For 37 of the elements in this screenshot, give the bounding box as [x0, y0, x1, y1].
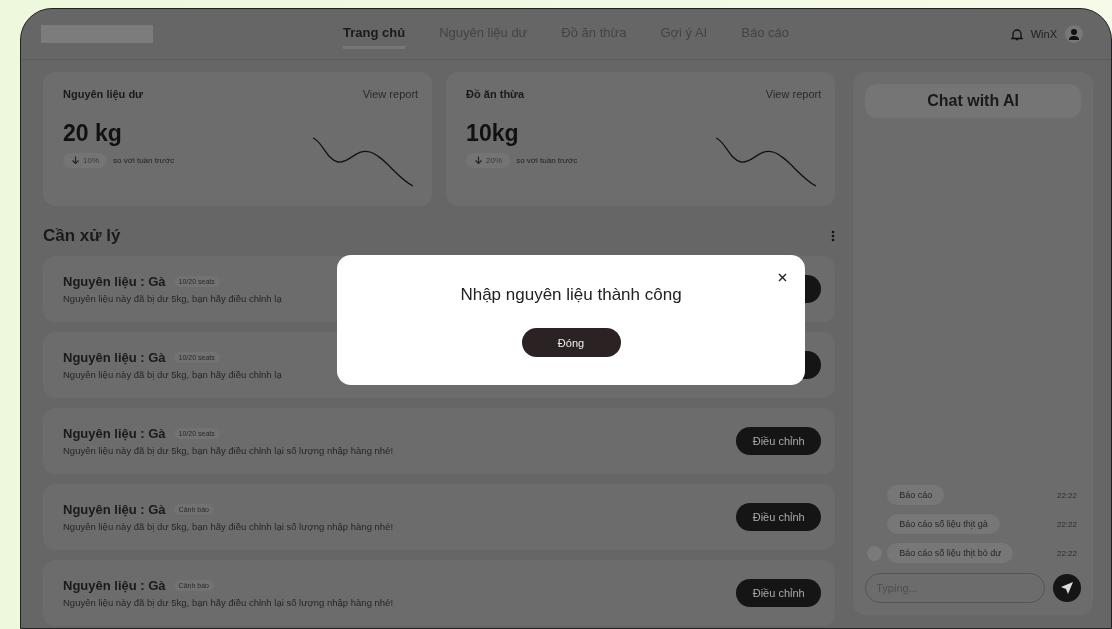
more-icon[interactable]	[831, 230, 836, 242]
view-report-link[interactable]: View report	[765, 88, 822, 100]
adjust-button[interactable]: Điều chỉnh	[736, 427, 822, 455]
task-name: Nguyên liệu : Gà	[63, 350, 166, 365]
chat-title: Chat with AI	[865, 84, 1081, 118]
task-description: Nguyên liệu này đã bị dư 5kg, bạn hãy điều chỉnh lạ	[63, 369, 282, 380]
avatar-icon[interactable]	[1065, 25, 1083, 43]
view-report-link[interactable]: View report	[362, 88, 419, 100]
send-icon	[1060, 581, 1074, 595]
message-time: 22:22	[1056, 490, 1077, 500]
close-icon[interactable]	[778, 271, 787, 284]
nav-tab[interactable]: Trang chủ	[343, 19, 406, 49]
chat-message: Báo cáo	[887, 485, 945, 505]
chat-message: Báo cáo số liệu thịt bò dư	[887, 543, 1014, 563]
task-name: Nguyên liệu : Gà	[63, 502, 166, 517]
stat-value: 10kg	[466, 120, 519, 147]
stat-title: Nguyên liệu dư	[63, 88, 144, 100]
adjust-button[interactable]: Điều chỉnh	[736, 503, 822, 531]
task-name: Nguyên liệu : Gà	[63, 426, 166, 441]
stat-title: Đồ ăn thừa	[466, 88, 525, 100]
close-dialog-button[interactable]: Đóng	[521, 328, 621, 357]
bell-icon[interactable]	[1010, 27, 1023, 41]
task-description: Nguyên liệu này đã bị dư 5kg, bạn hãy điều chỉnh lại số lượng nhập hàng nhé!	[63, 597, 394, 608]
task-name: Nguyên liệu : Gà	[63, 578, 166, 593]
send-button[interactable]	[1053, 574, 1081, 602]
chat-message: Báo cáo số liệu thịt gà	[887, 514, 1000, 534]
section-title: Cần xử lý	[43, 226, 121, 246]
user-name: WinX	[1030, 28, 1057, 40]
task-name: Nguyên liệu : Gà	[63, 274, 166, 289]
dialog-title: Nhập nguyên liệu thành công	[460, 285, 682, 305]
adjust-button[interactable]: Điều chỉnh	[736, 579, 822, 607]
stat-value: 20 kg	[63, 120, 122, 147]
task-description: Nguyên liệu này đã bị dư 5kg, bạn hãy điều chỉnh lại số lượng nhập hàng nhé!	[63, 521, 394, 532]
task-description: Nguyên liệu này đã bị dư 5kg, bạn hãy điều chỉnh lại số lượng nhập hàng nhé!	[63, 445, 394, 456]
task-description: Nguyên liệu này đã bị dư 5kg, bạn hãy điều chỉnh lạ	[63, 293, 282, 304]
message-time: 22:22	[1056, 519, 1077, 529]
message-time: 22:22	[1056, 548, 1077, 558]
